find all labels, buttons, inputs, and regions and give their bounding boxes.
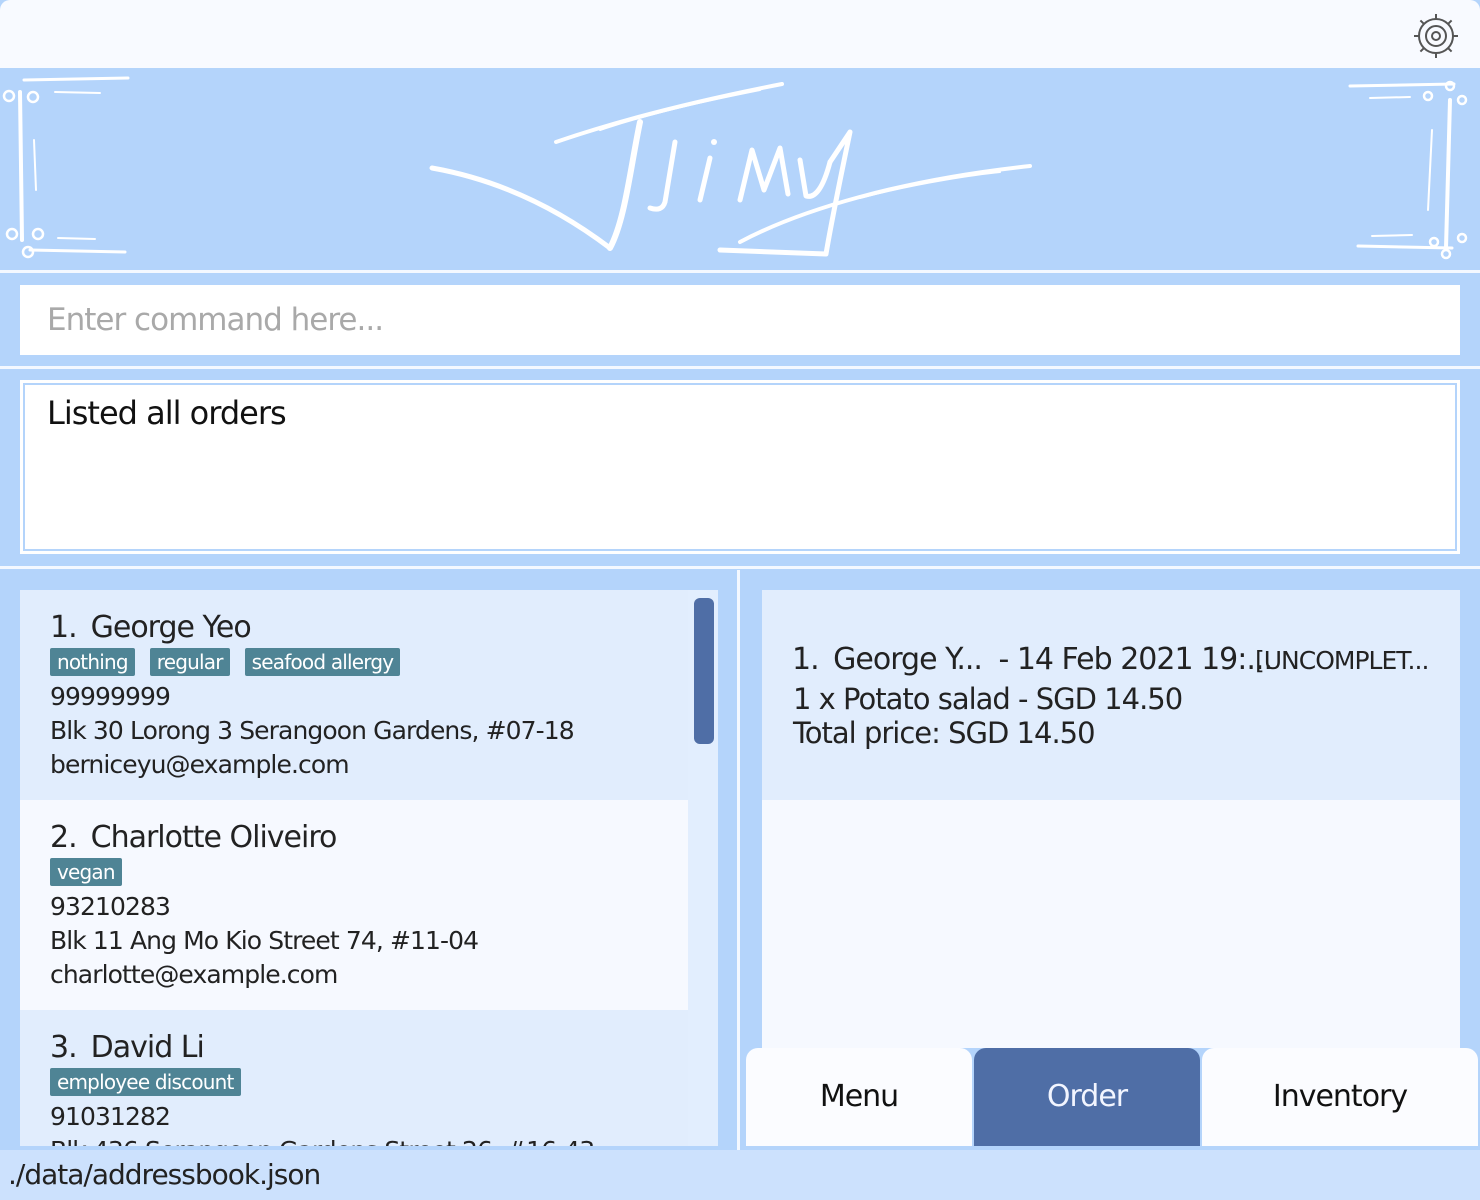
person-address: Blk 436 Serangoon Gardens Street 26, #16… bbox=[50, 1136, 595, 1146]
person-list[interactable]: 1. George Yeo nothing regular seafood aller… bbox=[20, 590, 718, 1146]
person-name-row: 1. George Yeo bbox=[50, 610, 252, 645]
tab-order[interactable]: Order bbox=[974, 1048, 1200, 1146]
tag: employee discount bbox=[50, 1068, 241, 1096]
gear-icon[interactable] bbox=[1410, 10, 1462, 62]
tag-list: vegan bbox=[50, 858, 137, 890]
person-email: berniceyu@example.com bbox=[50, 750, 350, 779]
tab-inventory[interactable]: Inventory bbox=[1202, 1048, 1478, 1146]
list-item[interactable]: 3. David Li employee discount 91031282 Bl… bbox=[20, 1010, 688, 1146]
tag: vegan bbox=[50, 858, 122, 886]
person-name-row: 3. David Li bbox=[50, 1030, 205, 1065]
person-address: Blk 30 Lorong 3 Serangoon Gardens, #07-1… bbox=[50, 716, 575, 745]
command-input[interactable] bbox=[20, 285, 1460, 355]
order-status: [UNCOMPLET... bbox=[1255, 646, 1429, 675]
order-item: 1 x Potato salad - SGD 14.50 bbox=[793, 682, 1183, 716]
person-phone: 99999999 bbox=[50, 682, 171, 711]
person-phone: 91031282 bbox=[50, 1102, 171, 1131]
person-name: David Li bbox=[90, 1030, 205, 1065]
person-index: 3. bbox=[50, 1030, 78, 1065]
list-item[interactable]: 2. Charlotte Oliveiro vegan 93210283 Blk … bbox=[20, 800, 688, 1010]
tag-list: employee discount bbox=[50, 1068, 256, 1100]
order-datetime: - 14 Feb 2021 19:... bbox=[998, 642, 1272, 677]
person-index: 2. bbox=[50, 820, 78, 855]
divider bbox=[0, 366, 1480, 369]
tag: nothing bbox=[50, 648, 135, 676]
app-banner bbox=[0, 70, 1480, 270]
logo bbox=[2, 76, 1468, 260]
person-phone: 93210283 bbox=[50, 892, 171, 921]
order-total: Total price: SGD 14.50 bbox=[793, 716, 1096, 750]
tag: regular bbox=[149, 648, 230, 676]
order-header: 1. George Y... - 14 Feb 2021 19:... bbox=[792, 642, 1273, 677]
order-index: 1. bbox=[792, 642, 820, 677]
scrollbar-thumb[interactable] bbox=[694, 598, 714, 744]
divider bbox=[0, 270, 1480, 273]
list-item[interactable]: 1. George Yeo nothing regular seafood aller… bbox=[20, 590, 688, 800]
person-name-row: 2. Charlotte Oliveiro bbox=[50, 820, 338, 855]
result-text: Listed all orders bbox=[47, 394, 287, 432]
person-index: 1. bbox=[50, 610, 78, 645]
save-location: ./data/addressbook.json bbox=[8, 1158, 321, 1191]
order-customer: George Y... bbox=[833, 642, 983, 677]
person-name: George Yeo bbox=[90, 610, 252, 645]
tag-list: nothing regular seafood allergy bbox=[50, 648, 415, 680]
person-name: Charlotte Oliveiro bbox=[90, 820, 338, 855]
person-address: Blk 11 Ang Mo Kio Street 74, #11-04 bbox=[50, 926, 479, 955]
panel-divider bbox=[737, 570, 740, 1150]
tag: seafood allergy bbox=[244, 648, 401, 676]
divider bbox=[0, 566, 1480, 569]
person-email: charlotte@example.com bbox=[50, 960, 338, 989]
top-bar bbox=[0, 0, 1480, 68]
tab-menu[interactable]: Menu bbox=[746, 1048, 972, 1146]
